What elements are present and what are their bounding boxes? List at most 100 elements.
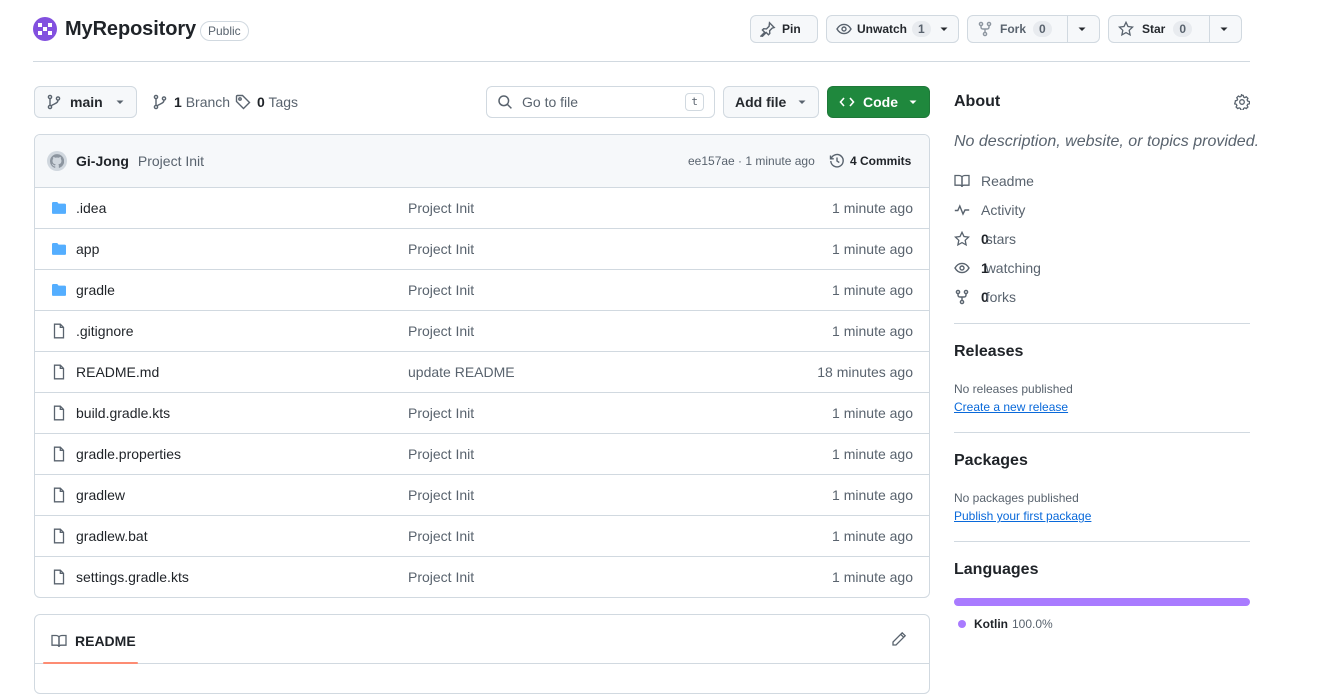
file-icon: [51, 446, 67, 462]
stars-link[interactable]: 0 stars: [954, 231, 1016, 247]
commits-history-link[interactable]: 4 Commits: [829, 153, 911, 169]
repo-avatar-icon[interactable]: [33, 17, 57, 41]
star-button[interactable]: Star 0: [1108, 15, 1242, 43]
go-to-file-input[interactable]: Go to file t: [486, 86, 715, 118]
eye-icon: [954, 260, 970, 276]
file-name[interactable]: gradlew.bat: [76, 528, 148, 544]
commit-sha-time[interactable]: ee157ae · 1 minute ago: [688, 154, 815, 168]
commit-message[interactable]: Project Init: [138, 153, 204, 169]
file-commit-message[interactable]: Project Init: [408, 241, 474, 257]
caret-down-icon: [908, 97, 918, 107]
file-commit-age: 1 minute ago: [832, 569, 913, 585]
table-row[interactable]: app Project Init 1 minute ago: [35, 229, 929, 270]
file-name[interactable]: app: [76, 241, 99, 257]
tag-label: Tags: [268, 94, 299, 110]
table-row[interactable]: settings.gradle.kts Project Init 1 minut…: [35, 557, 929, 597]
pin-button[interactable]: Pin: [750, 15, 818, 43]
file-commit-message[interactable]: Project Init: [408, 282, 474, 298]
readme-tab[interactable]: README: [51, 633, 136, 649]
avatar[interactable]: [47, 151, 67, 171]
packages-heading[interactable]: Packages: [954, 452, 1028, 470]
stars-counter: 0: [1173, 21, 1193, 37]
tags-link[interactable]: 0 Tags: [235, 94, 298, 110]
watchers-link[interactable]: 1 watching: [954, 260, 1041, 276]
code-button[interactable]: Code: [827, 86, 930, 118]
unwatch-dropdown[interactable]: [935, 16, 957, 42]
releases-empty-text: No releases published: [954, 382, 1073, 396]
code-icon: [839, 94, 855, 110]
releases-heading[interactable]: Releases: [954, 343, 1023, 361]
language-item[interactable]: Kotlin 100.0%: [958, 617, 1053, 631]
activity-link-label: Activity: [981, 202, 1026, 218]
file-name[interactable]: .idea: [76, 200, 106, 216]
language-name: Kotlin: [974, 617, 1008, 631]
activity-link[interactable]: Activity: [954, 202, 1025, 218]
file-commit-age: 18 minutes ago: [817, 364, 913, 380]
create-release-link[interactable]: Create a new release: [954, 400, 1068, 414]
header-divider: [33, 61, 1250, 62]
table-row[interactable]: .gitignore Project Init 1 minute ago: [35, 311, 929, 352]
readme-link[interactable]: Readme: [954, 173, 1034, 189]
history-icon: [829, 153, 845, 169]
table-row[interactable]: .idea Project Init 1 minute ago: [35, 188, 929, 229]
go-to-file-placeholder: Go to file: [522, 94, 579, 110]
commit-author[interactable]: Gi-Jong: [76, 153, 129, 169]
repo-name[interactable]: MyRepository: [65, 18, 196, 41]
file-commit-message[interactable]: Project Init: [408, 323, 474, 339]
star-dropdown[interactable]: [1209, 16, 1238, 42]
publish-package-link[interactable]: Publish your first package: [954, 509, 1091, 523]
stars-label: stars: [985, 231, 1017, 247]
eye-icon: [836, 21, 852, 37]
add-file-button[interactable]: Add file: [723, 86, 819, 118]
tag-count: 0: [257, 94, 265, 110]
readme-link-label: Readme: [981, 173, 1034, 189]
file-name[interactable]: settings.gradle.kts: [76, 569, 189, 585]
search-icon: [497, 94, 513, 110]
file-icon: [51, 487, 67, 503]
table-row[interactable]: README.md update README 18 minutes ago: [35, 352, 929, 393]
file-commit-message[interactable]: Project Init: [408, 569, 474, 585]
fork-button[interactable]: Fork 0: [967, 15, 1100, 43]
pin-icon: [760, 21, 776, 37]
forks-link[interactable]: 0 forks: [954, 289, 1016, 305]
readme-divider: [35, 663, 929, 664]
file-icon: [51, 405, 67, 421]
file-name[interactable]: .gitignore: [76, 323, 134, 339]
unwatch-button[interactable]: Unwatch 1: [826, 15, 959, 43]
branches-link[interactable]: 1 Branch: [152, 94, 230, 110]
file-commit-age: 1 minute ago: [832, 405, 913, 421]
table-row[interactable]: gradle Project Init 1 minute ago: [35, 270, 929, 311]
file-commit-message[interactable]: update README: [408, 364, 515, 380]
file-commit-age: 1 minute ago: [832, 528, 913, 544]
about-description: No description, website, or topics provi…: [954, 133, 1260, 150]
pin-label: Pin: [782, 22, 801, 36]
file-name[interactable]: gradlew: [76, 487, 125, 503]
add-file-label: Add file: [735, 94, 787, 110]
table-row[interactable]: gradlew.bat Project Init 1 minute ago: [35, 516, 929, 557]
file-icon: [51, 569, 67, 585]
fork-dropdown[interactable]: [1067, 16, 1096, 42]
file-commit-message[interactable]: Project Init: [408, 446, 474, 462]
keyboard-shortcut-hint: t: [685, 93, 704, 111]
table-row[interactable]: gradlew Project Init 1 minute ago: [35, 475, 929, 516]
gear-icon[interactable]: [1234, 94, 1250, 110]
file-commit-message[interactable]: Project Init: [408, 405, 474, 421]
language-bar: [954, 598, 1250, 606]
file-name[interactable]: build.gradle.kts: [76, 405, 170, 421]
file-commit-age: 1 minute ago: [832, 323, 913, 339]
file-name[interactable]: gradle: [76, 282, 115, 298]
file-commit-message[interactable]: Project Init: [408, 200, 474, 216]
pencil-icon[interactable]: [891, 631, 907, 647]
book-icon: [51, 633, 67, 649]
branch-selector[interactable]: main: [34, 86, 137, 118]
file-commit-message[interactable]: Project Init: [408, 487, 474, 503]
branch-label: Branch: [185, 94, 231, 110]
forks-counter: 0: [1033, 21, 1052, 37]
book-icon: [954, 173, 970, 189]
table-row[interactable]: gradle.properties Project Init 1 minute …: [35, 434, 929, 475]
caret-down-icon: [115, 97, 125, 107]
file-name[interactable]: gradle.properties: [76, 446, 181, 462]
table-row[interactable]: build.gradle.kts Project Init 1 minute a…: [35, 393, 929, 434]
file-commit-message[interactable]: Project Init: [408, 528, 474, 544]
file-name[interactable]: README.md: [76, 364, 159, 380]
